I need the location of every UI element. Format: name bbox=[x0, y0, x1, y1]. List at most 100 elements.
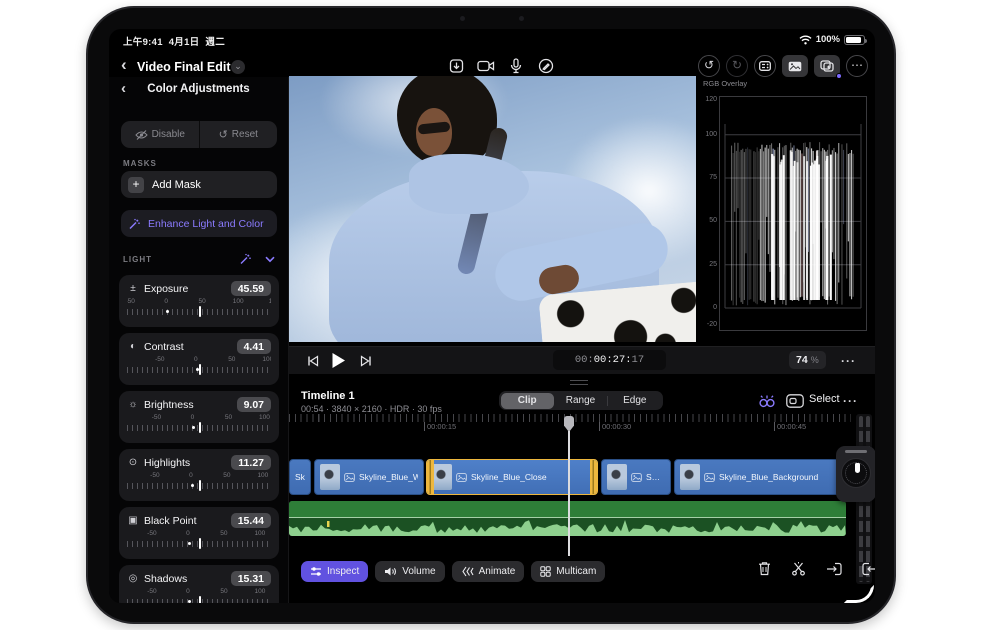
timeline-metadata: 00:54 · 3840 × 2160 · HDR · 30 fps bbox=[301, 404, 442, 414]
value-marker bbox=[199, 480, 201, 491]
adjustment-slider[interactable]: ◐ Contrast 4.41 -50050100150 bbox=[119, 333, 279, 385]
timeline-more-button[interactable]: ··· bbox=[843, 394, 858, 408]
skip-forward-button[interactable] bbox=[360, 355, 372, 367]
timeline-title: Timeline 1 bbox=[301, 390, 355, 402]
zoom-value: 74 bbox=[796, 354, 808, 366]
media-photo-icon bbox=[631, 473, 642, 482]
masks-section-label: MASKS bbox=[123, 159, 157, 168]
slider-ruler[interactable]: -50050100150 bbox=[127, 530, 271, 550]
jog-drag-handle[interactable] bbox=[845, 450, 867, 453]
adjustment-slider[interactable]: ◎ Shadows 15.31 -50050100150 bbox=[119, 565, 279, 603]
import-button[interactable] bbox=[443, 55, 469, 77]
scale-label: -50 bbox=[150, 472, 159, 479]
scope-plot bbox=[719, 96, 867, 331]
slider-ruler[interactable]: -50050100150 bbox=[127, 414, 271, 434]
insert-left-icon[interactable] bbox=[826, 562, 842, 576]
slider-ruler[interactable]: -50050100150 bbox=[127, 356, 271, 376]
slider-ruler[interactable]: -50050100150 bbox=[127, 472, 271, 492]
clip-appearance-icon[interactable] bbox=[786, 394, 804, 408]
panel-resize-handle[interactable] bbox=[570, 380, 588, 385]
value-marker bbox=[199, 538, 201, 549]
scale-label: 0 bbox=[194, 356, 198, 363]
play-button[interactable] bbox=[331, 352, 346, 369]
slider-value[interactable]: 9.07 bbox=[237, 397, 271, 412]
playhead-handle[interactable] bbox=[564, 416, 574, 432]
animate-button[interactable]: Animate bbox=[452, 561, 525, 582]
right-toolbar: ↺ ↻ ⋯ bbox=[698, 55, 868, 77]
light-section-header[interactable]: LIGHT bbox=[123, 253, 275, 265]
select-button[interactable]: Select bbox=[809, 393, 840, 405]
disable-button[interactable]: Disable bbox=[121, 121, 199, 148]
camera-button[interactable] bbox=[473, 55, 499, 77]
scale-label: 100 bbox=[262, 356, 271, 363]
snapping-toggle-icon[interactable] bbox=[758, 392, 776, 410]
media-photo-icon bbox=[456, 473, 467, 482]
multicam-grid-icon bbox=[540, 566, 551, 577]
mode-edge[interactable]: Edge bbox=[608, 393, 661, 409]
slider-icon: ◎ bbox=[127, 573, 139, 584]
jog-dial[interactable] bbox=[841, 458, 871, 488]
more-options-button[interactable]: ⋯ bbox=[846, 55, 868, 77]
mode-clip[interactable]: Clip bbox=[501, 393, 554, 409]
mode-range[interactable]: Range bbox=[554, 393, 607, 409]
slider-value[interactable]: 45.59 bbox=[231, 281, 271, 296]
inspect-button[interactable]: Inspect bbox=[301, 561, 368, 582]
color-adjustments-panel: ‹ Color Adjustments Disable ↺ Reset MASK… bbox=[109, 77, 289, 603]
multicam-button[interactable]: Multicam bbox=[531, 561, 605, 582]
ruler-time-label: 00:00:15 bbox=[424, 422, 456, 431]
slider-ruler[interactable]: -50050100150 bbox=[127, 588, 271, 603]
inspect-sliders-icon bbox=[310, 566, 322, 577]
timeline-clip[interactable]: Sk… bbox=[289, 459, 311, 495]
timeline-clip[interactable]: S… bbox=[601, 459, 671, 495]
effects-button[interactable] bbox=[814, 55, 840, 77]
volume-button[interactable]: Volume bbox=[375, 561, 444, 582]
inspector-toggle-button[interactable] bbox=[754, 55, 776, 77]
scale-label: 150 bbox=[269, 298, 271, 305]
ipad-device: 上午9:41 4月1日 週二 100% ‹ Video Final Edit ⌄ bbox=[86, 6, 896, 624]
slider-value[interactable]: 15.44 bbox=[231, 513, 271, 528]
insert-right-icon[interactable] bbox=[862, 562, 875, 576]
project-menu-chevron[interactable]: ⌄ bbox=[231, 60, 245, 74]
viewer-zoom-control[interactable]: 74 % bbox=[789, 351, 826, 369]
scale-label: 100 bbox=[255, 588, 266, 595]
microphone-button[interactable] bbox=[503, 55, 529, 77]
split-scissors-icon[interactable] bbox=[791, 561, 806, 576]
undo-button[interactable]: ↺ bbox=[698, 55, 720, 77]
speaker-icon bbox=[384, 566, 397, 577]
scale-label: 100 bbox=[257, 472, 268, 479]
collapse-chevron-icon[interactable] bbox=[265, 256, 275, 263]
slider-ruler[interactable]: -50050100150 bbox=[127, 298, 271, 318]
delete-icon[interactable] bbox=[758, 561, 771, 576]
adjustment-slider[interactable]: ± Exposure 45.59 -50050100150 bbox=[119, 275, 279, 327]
adjustment-slider[interactable]: ▣ Black Point 15.44 -50050100150 bbox=[119, 507, 279, 559]
timecode-display[interactable]: 00:00:27:17 bbox=[553, 350, 666, 370]
media-browser-button[interactable] bbox=[782, 55, 808, 77]
status-indicators: 100% bbox=[799, 34, 865, 45]
timeline-clip[interactable]: Skyline_Blue_Wide bbox=[314, 459, 424, 495]
add-mask-button[interactable]: + Add Mask bbox=[121, 171, 277, 198]
jog-wheel[interactable] bbox=[836, 446, 875, 502]
reset-button[interactable]: ↺ Reset bbox=[199, 121, 278, 148]
pencil-draw-button[interactable] bbox=[533, 55, 559, 77]
adjustment-slider[interactable]: ⊙ Highlights 11.27 -50050100150 bbox=[119, 449, 279, 501]
redo-button[interactable]: ↻ bbox=[726, 55, 748, 77]
skip-back-button[interactable] bbox=[307, 355, 319, 367]
back-button[interactable]: ‹ bbox=[121, 55, 127, 75]
inspect-label: Inspect bbox=[327, 566, 359, 577]
value-marker bbox=[199, 596, 201, 603]
slider-value[interactable]: 4.41 bbox=[237, 339, 271, 354]
viewer-more-button[interactable]: ··· bbox=[841, 354, 856, 368]
scale-label: 0 bbox=[164, 298, 168, 305]
slider-value[interactable]: 15.31 bbox=[231, 571, 271, 586]
project-title[interactable]: Video Final Edit bbox=[137, 60, 231, 74]
enhance-label: Enhance Light and Color bbox=[148, 218, 264, 230]
video-preview[interactable] bbox=[289, 76, 696, 342]
timeline-clip[interactable]: Skyline_Blue_Close bbox=[426, 459, 598, 495]
slider-value[interactable]: 11.27 bbox=[231, 455, 271, 470]
enhance-light-color-button[interactable]: Enhance Light and Color bbox=[121, 210, 277, 237]
ruler-time-label: 00:00:45 bbox=[774, 422, 806, 431]
timeline-clip[interactable]: Skyline_Blue_Background bbox=[674, 459, 850, 495]
adjustment-slider[interactable]: ☼ Brightness 9.07 -50050100150 bbox=[119, 391, 279, 443]
plus-icon: + bbox=[128, 177, 144, 193]
scope-y-label: 75 bbox=[701, 174, 717, 181]
